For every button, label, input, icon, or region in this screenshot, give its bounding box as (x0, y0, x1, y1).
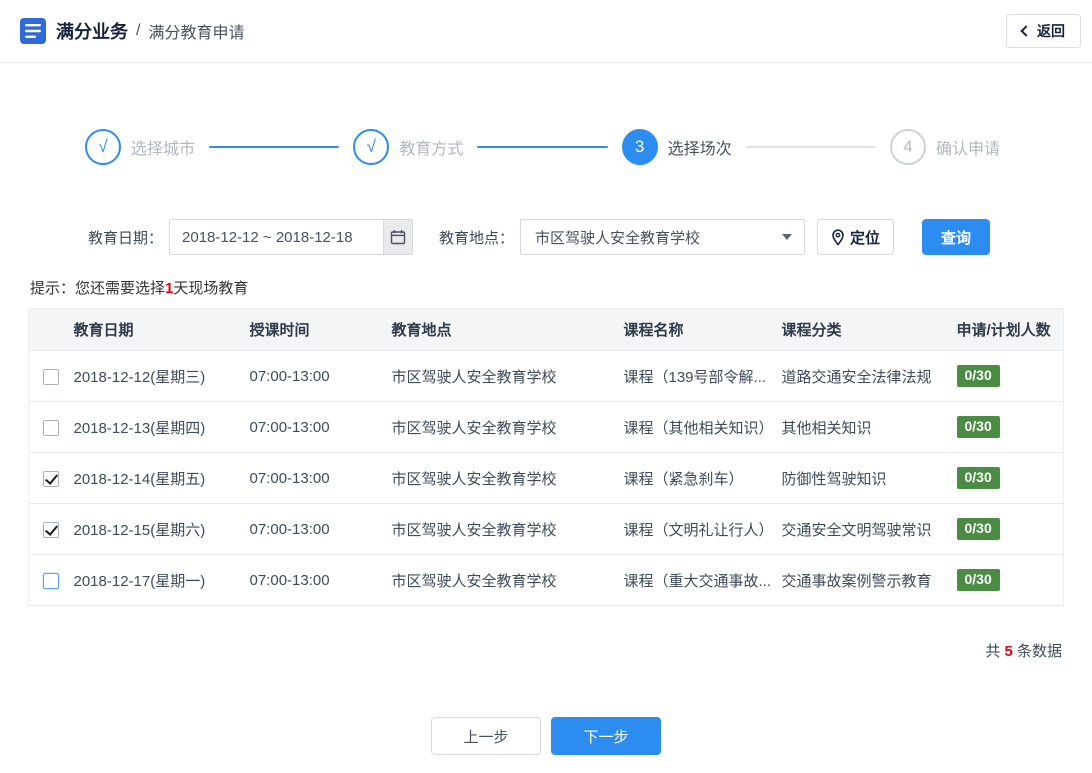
sessions-table: 教育日期 授课时间 教育地点 课程名称 课程分类 申请/计划人数 2018-12… (28, 308, 1064, 606)
step-confirm-application: 4 确认申请 (889, 129, 1000, 165)
capacity-badge: 0/30 (956, 415, 1000, 439)
table-row: 2018-12-15(星期六) 07:00-13:00 市区驾驶人安全教育学校 … (28, 503, 1064, 555)
step-2-marker: √ (353, 129, 390, 165)
row-checkbox[interactable] (43, 521, 60, 538)
step-education-method: √ 教育方式 (353, 129, 463, 165)
cell-category: 道路交通安全法律法规 (781, 350, 957, 402)
step-select-city: √ 选择城市 (85, 129, 195, 165)
date-range-field (169, 219, 414, 255)
table-row: 2018-12-14(星期五) 07:00-13:00 市区驾驶人安全教育学校 … (28, 452, 1064, 504)
date-filter-label: 教育日期： (88, 229, 164, 247)
list-icon (20, 18, 46, 44)
step-4-marker: 4 (889, 129, 926, 165)
step-indicator: √ 选择城市 √ 教育方式 3 选择场次 4 确认申请 (85, 129, 1000, 165)
step-1-label: 选择城市 (131, 141, 196, 158)
capacity-badge: 0/30 (956, 568, 1000, 592)
cell-date: 2018-12-15(星期六) (73, 503, 250, 555)
calendar-icon (390, 230, 406, 245)
table-row: 2018-12-12(星期三) 07:00-13:00 市区驾驶人安全教育学校 … (28, 350, 1064, 402)
total-prefix: 共 (985, 643, 1005, 660)
header-time: 授课时间 (249, 308, 392, 351)
cell-place: 市区驾驶人安全教育学校 (391, 554, 624, 606)
header-capacity: 申请/计划人数 (956, 308, 1064, 351)
cell-date: 2018-12-14(星期五) (73, 452, 250, 504)
locate-button-label: 定位 (850, 229, 881, 247)
cell-category: 防御性驾驶知识 (781, 452, 957, 504)
step-3-label: 选择场次 (667, 141, 732, 158)
row-checkbox[interactable] (43, 470, 60, 487)
tip-prefix: 提示：您还需要选择 (30, 280, 166, 297)
date-range-input[interactable] (169, 219, 384, 255)
capacity-badge: 0/30 (956, 517, 1000, 541)
back-button-label: 返回 (1037, 23, 1065, 39)
total-suffix: 条数据 (1012, 643, 1062, 660)
query-button[interactable]: 查询 (922, 219, 991, 255)
cell-course: 课程（其他相关知识） (623, 401, 782, 453)
capacity-badge: 0/30 (956, 364, 1000, 388)
cell-time: 07:00-13:00 (249, 554, 392, 606)
row-checkbox[interactable] (43, 368, 60, 385)
row-checkbox[interactable] (43, 572, 60, 589)
cell-date: 2018-12-13(星期四) (73, 401, 250, 453)
cell-course: 课程（紧急刹车） (623, 452, 782, 504)
location-filter-label: 教育地点： (439, 229, 515, 247)
page: 满分业务 / 满分教育申请 返回 √ 选择城市 √ 教育方式 3 选择场次 4 … (0, 0, 1092, 773)
row-checkbox[interactable] (43, 419, 60, 436)
cell-place: 市区驾驶人安全教育学校 (391, 401, 624, 453)
step-2-label: 教育方式 (399, 141, 464, 158)
header-date: 教育日期 (73, 308, 250, 351)
chevron-down-icon (782, 234, 793, 240)
capacity-badge: 0/30 (956, 466, 1000, 490)
location-select[interactable]: 市区驾驶人安全教育学校 (520, 219, 806, 255)
cell-course: 课程（139号部令解... (623, 350, 782, 402)
location-pin-icon (832, 228, 844, 246)
cell-time: 07:00-13:00 (249, 452, 392, 504)
header-checkbox-col (28, 308, 74, 351)
step-select-session: 3 选择场次 (621, 129, 732, 165)
cell-place: 市区驾驶人安全教育学校 (391, 452, 624, 504)
chevron-left-icon (1020, 25, 1032, 37)
calendar-button[interactable] (383, 219, 414, 255)
cell-date: 2018-12-12(星期三) (73, 350, 250, 402)
cell-course: 课程（文明礼让行人） (623, 503, 782, 555)
cell-category: 其他相关知识 (781, 401, 957, 453)
wizard-actions: 上一步 下一步 (0, 717, 1092, 755)
cell-course: 课程（重大交通事故... (623, 554, 782, 606)
breadcrumb-separator: / (136, 22, 141, 39)
total-count: 共 5 条数据 (0, 640, 1062, 661)
locate-button[interactable]: 定位 (817, 219, 895, 255)
top-bar: 满分业务 / 满分教育申请 返回 (0, 0, 1092, 63)
cell-time: 07:00-13:00 (249, 350, 392, 402)
step-3-marker: 3 (621, 129, 658, 165)
table-row: 2018-12-17(星期一) 07:00-13:00 市区驾驶人安全教育学校 … (28, 554, 1064, 606)
location-select-value: 市区驾驶人安全教育学校 (535, 229, 701, 247)
breadcrumb: 满分业务 / 满分教育申请 (20, 18, 244, 44)
cell-place: 市区驾驶人安全教育学校 (391, 350, 624, 402)
step-4-label: 确认申请 (935, 141, 1000, 158)
cell-date: 2018-12-17(星期一) (73, 554, 250, 606)
total-number: 5 (1004, 643, 1013, 660)
step-connector-3 (745, 146, 876, 148)
back-button[interactable]: 返回 (1006, 14, 1081, 48)
cell-time: 07:00-13:00 (249, 401, 392, 453)
tip-suffix: 天现场教育 (173, 280, 249, 297)
next-step-button[interactable]: 下一步 (551, 717, 661, 755)
cell-time: 07:00-13:00 (249, 503, 392, 555)
cell-category: 交通事故案例警示教育 (781, 554, 957, 606)
table-row: 2018-12-13(星期四) 07:00-13:00 市区驾驶人安全教育学校 … (28, 401, 1064, 453)
header-place: 教育地点 (391, 308, 624, 351)
prev-step-button[interactable]: 上一步 (431, 717, 541, 755)
table-header-row: 教育日期 授课时间 教育地点 课程名称 课程分类 申请/计划人数 (28, 308, 1064, 351)
header-category: 课程分类 (781, 308, 957, 351)
step-1-marker: √ (85, 129, 121, 165)
tip-text: 提示：您还需要选择1天现场教育 (30, 277, 1092, 298)
page-title: 满分教育申请 (148, 25, 245, 42)
step-connector-1 (209, 146, 340, 148)
header-course: 课程名称 (623, 308, 782, 351)
app-title: 满分业务 (56, 22, 128, 42)
step-connector-2 (477, 146, 608, 148)
cell-place: 市区驾驶人安全教育学校 (391, 503, 624, 555)
cell-category: 交通安全文明驾驶常识 (781, 503, 957, 555)
filter-bar: 教育日期： 教育地点： 市区驾驶人安全教育学校 定位 查询 (88, 219, 1092, 255)
